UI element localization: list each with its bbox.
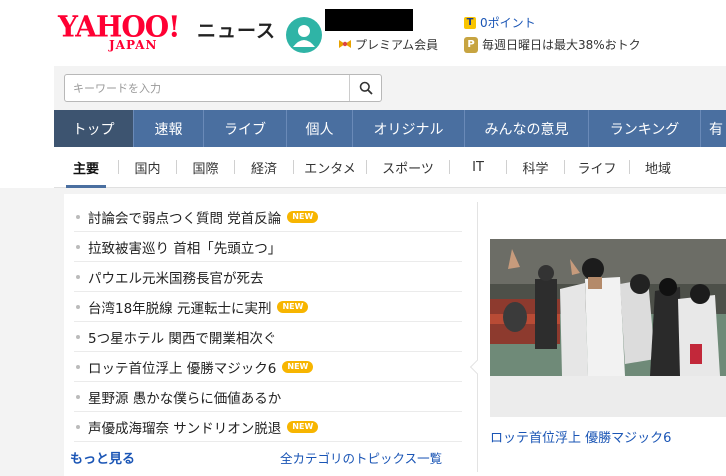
topic-item[interactable]: 星野源 愚かな僕らに価値あるか xyxy=(74,382,462,412)
feature-photo[interactable] xyxy=(490,239,726,376)
category-tab-domestic[interactable]: 国内 xyxy=(119,147,176,188)
category-tab-entertainment[interactable]: エンタメ xyxy=(294,147,366,188)
service-name[interactable]: ニュース xyxy=(197,16,276,43)
topic-title: 星野源 愚かな僕らに価値あるか xyxy=(88,390,282,407)
category-tab-world[interactable]: 国際 xyxy=(177,147,234,188)
topic-title: 拉致被害巡り 首相「先頭立つ」 xyxy=(88,240,282,257)
bullet xyxy=(76,304,80,309)
gnav-tab-individual[interactable]: 個人 xyxy=(287,110,353,147)
topic-title: パウエル元米国務長官が死去 xyxy=(88,270,264,287)
premium-label: プレミアム会員 xyxy=(355,38,439,52)
search-icon xyxy=(359,81,373,95)
user-avatar-icon[interactable] xyxy=(286,17,322,53)
bullet xyxy=(76,214,80,219)
feature-caption[interactable]: ロッテ首位浮上 優勝マジック6 xyxy=(490,427,671,446)
gnav-tab-original[interactable]: オリジナル xyxy=(353,110,465,147)
topic-title: 討論会で弱点つく質問 党首反論 xyxy=(88,210,282,227)
promo-label: 毎週日曜日は最大38%おトク xyxy=(482,38,641,52)
t-point-icon: T xyxy=(464,16,476,29)
new-badge: NEW xyxy=(282,360,314,373)
bullet xyxy=(76,334,80,339)
topics-list: 討論会で弱点つく質問 党首反論 NEW 拉致被害巡り 首相「先頭立つ」 パウエル… xyxy=(74,202,462,442)
topic-item[interactable]: 台湾18年脱線 元運転士に実刑 NEW xyxy=(74,292,462,322)
gnav-tab-paid[interactable]: 有 xyxy=(701,110,726,147)
gnav-tab-opinions[interactable]: みんなの意見 xyxy=(465,110,589,147)
gnav-tab-top[interactable]: トップ xyxy=(54,110,134,147)
category-tab-science[interactable]: 科学 xyxy=(507,147,564,188)
topic-title: 5つ星ホテル 関西で開業相次ぐ xyxy=(88,330,277,347)
global-nav: トップ 速報 ライブ 個人 オリジナル みんなの意見 ランキング 有 xyxy=(54,110,726,147)
search-button[interactable] xyxy=(349,75,381,101)
bullet xyxy=(76,424,80,429)
promo-link[interactable]: P 毎週日曜日は最大38%おトク xyxy=(464,36,641,53)
topic-item[interactable]: 拉致被害巡り 首相「先頭立つ」 xyxy=(74,232,462,262)
user-name-redacted xyxy=(325,9,413,31)
all-topics-link[interactable]: 全カテゴリのトピックス一覧 xyxy=(280,448,442,467)
site-header: YAHOO! JAPAN ニュース プレミアム会員 T 0ポイント P 毎週日曜… xyxy=(54,0,726,66)
category-tab-local[interactable]: 地域 xyxy=(630,147,686,188)
topic-item[interactable]: パウエル元米国務長官が死去 xyxy=(74,262,462,292)
new-badge: NEW xyxy=(287,420,319,433)
paypay-icon: P xyxy=(464,36,478,53)
topic-item[interactable]: 討論会で弱点つく質問 党首反論 NEW xyxy=(74,202,462,232)
ribbon-icon xyxy=(339,39,351,48)
bullet xyxy=(76,244,80,249)
category-tab-sports[interactable]: スポーツ xyxy=(367,147,449,188)
search-strip xyxy=(54,66,726,110)
topic-item[interactable]: ロッテ首位浮上 優勝マジック6 NEW xyxy=(74,352,462,382)
main-content: 討論会で弱点つく質問 党首反論 NEW 拉致被害巡り 首相「先頭立つ」 パウエル… xyxy=(54,188,726,476)
category-tab-economy[interactable]: 経済 xyxy=(235,147,293,188)
topic-title: 台湾18年脱線 元運転士に実刑 xyxy=(88,300,272,317)
search-input[interactable] xyxy=(65,75,347,101)
bullet xyxy=(76,394,80,399)
topic-title: ロッテ首位浮上 優勝マジック6 xyxy=(88,360,277,377)
topic-item[interactable]: 5つ星ホテル 関西で開業相次ぐ xyxy=(74,322,462,352)
new-badge: NEW xyxy=(287,210,319,223)
topics-panel: 討論会で弱点つく質問 党首反論 NEW 拉致被害巡り 首相「先頭立つ」 パウエル… xyxy=(64,194,726,476)
topic-item[interactable]: 声優成海瑠奈 サンドリオン脱退 NEW xyxy=(74,412,462,442)
divider xyxy=(477,202,478,472)
points-label: 0ポイント xyxy=(480,16,536,30)
new-badge: NEW xyxy=(277,300,309,313)
premium-member-link[interactable]: プレミアム会員 xyxy=(338,36,438,53)
left-gutter-top xyxy=(0,0,54,188)
logo-sub-text: JAPAN xyxy=(109,38,158,52)
gnav-tab-breaking[interactable]: 速報 xyxy=(134,110,204,147)
topic-title: 声優成海瑠奈 サンドリオン脱退 xyxy=(88,420,282,437)
yahoo-japan-logo[interactable]: YAHOO! JAPAN xyxy=(58,11,194,56)
gnav-tab-live[interactable]: ライブ xyxy=(204,110,287,147)
category-tab-life[interactable]: ライフ xyxy=(565,147,629,188)
category-tab-it[interactable]: IT xyxy=(450,147,506,188)
bullet xyxy=(76,364,80,369)
photo-padding xyxy=(490,376,726,417)
selection-pointer xyxy=(469,359,485,375)
gnav-tab-ranking[interactable]: ランキング xyxy=(589,110,701,147)
search-box xyxy=(64,74,382,102)
category-nav: 主要 国内 国際 経済 エンタメ スポーツ IT 科学 ライフ 地域 xyxy=(54,147,726,188)
more-link[interactable]: もっと見る xyxy=(70,448,135,467)
category-tab-main[interactable]: 主要 xyxy=(54,147,118,188)
bullet xyxy=(76,274,80,279)
points-link[interactable]: T 0ポイント xyxy=(464,14,536,31)
